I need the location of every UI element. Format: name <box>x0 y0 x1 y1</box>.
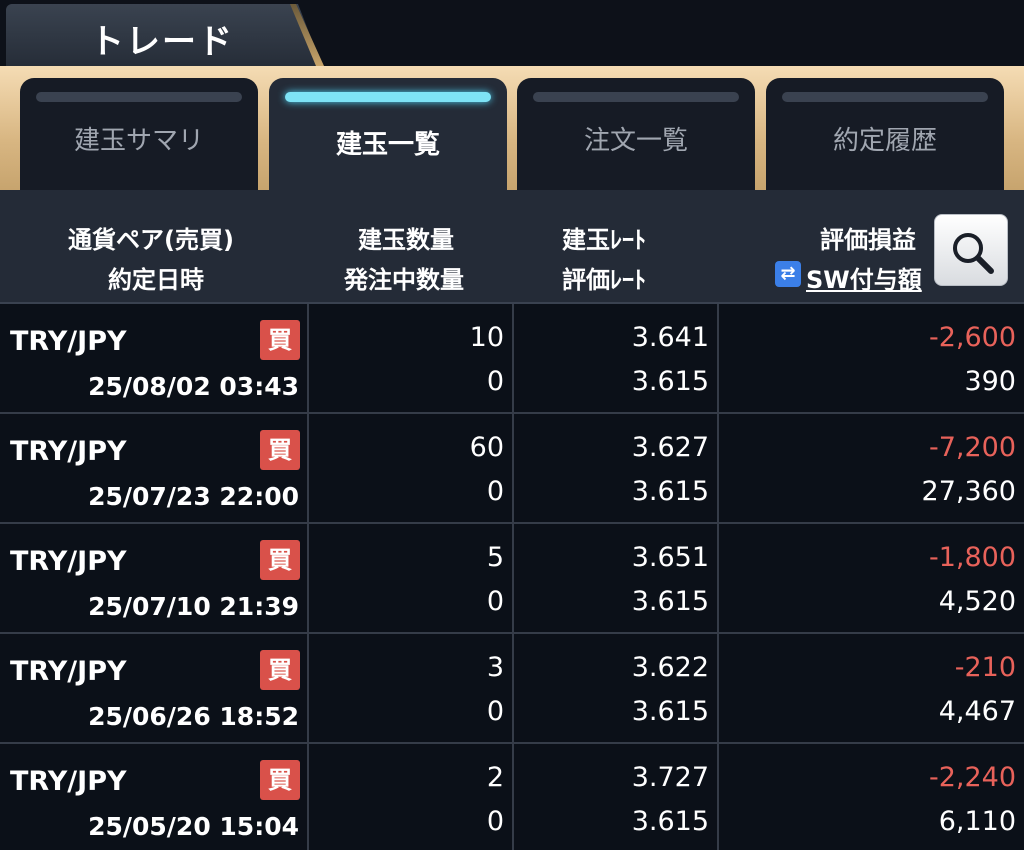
swap-amount: 4,520 <box>938 586 1016 617</box>
buy-badge: 買 <box>260 320 300 360</box>
top-bar: トレード <box>0 0 1024 70</box>
table-row[interactable]: TRY/JPY 買 25/06/26 18:52 3 0 3.622 3.615… <box>0 634 1024 744</box>
currency-pair: TRY/JPY <box>10 546 127 577</box>
eval-rate: 3.615 <box>631 806 709 837</box>
pending-qty: 0 <box>486 476 504 507</box>
exec-datetime: 25/07/23 22:00 <box>88 482 299 511</box>
eval-pl: -210 <box>954 652 1016 683</box>
open-rate: 3.651 <box>631 542 709 573</box>
header-position-qty: 建玉数量 <box>358 226 454 254</box>
position-qty: 60 <box>469 432 504 463</box>
buy-badge: 買 <box>260 430 300 470</box>
column-divider <box>717 744 719 850</box>
header-pair-side: 通貨ペア(売買) <box>68 226 234 254</box>
tab-label: 約定履歴 <box>832 126 937 156</box>
open-rate: 3.727 <box>631 762 709 793</box>
eval-rate: 3.615 <box>631 476 709 507</box>
column-divider <box>717 414 719 524</box>
tab-label: 建玉サマリ <box>73 126 204 156</box>
open-rate: 3.641 <box>631 322 709 353</box>
column-divider <box>512 744 514 850</box>
buy-badge: 買 <box>260 760 300 800</box>
pending-qty: 0 <box>486 366 504 397</box>
tab-bar: 建玉サマリ 建玉一覧 注文一覧 約定履歴 <box>0 66 1024 190</box>
column-divider <box>512 414 514 524</box>
position-list: TRY/JPY 買 25/08/02 03:43 10 0 3.641 3.61… <box>0 304 1024 850</box>
tab-indicator <box>285 92 491 102</box>
column-divider <box>717 304 719 414</box>
column-divider <box>307 744 309 850</box>
tab-position-list[interactable]: 建玉一覧 <box>269 78 507 190</box>
eval-pl: -7,200 <box>928 432 1016 463</box>
column-divider <box>307 414 309 524</box>
exec-datetime: 25/06/26 18:52 <box>88 702 299 731</box>
tab-order-list[interactable]: 注文一覧 <box>517 78 755 190</box>
tab-position-summary[interactable]: 建玉サマリ <box>20 78 258 190</box>
exec-datetime: 25/05/20 15:04 <box>88 812 299 841</box>
eval-rate: 3.615 <box>631 696 709 727</box>
swap-icon: ⇄ <box>775 261 801 287</box>
open-rate: 3.622 <box>631 652 709 683</box>
eval-rate: 3.615 <box>631 586 709 617</box>
header-exec-datetime: 約定日時 <box>108 266 204 294</box>
tab-indicator <box>782 92 988 102</box>
swap-amount: 390 <box>964 366 1016 397</box>
header-eval-rate: 評価ﾚｰﾄ <box>562 266 646 294</box>
pending-qty: 0 <box>486 586 504 617</box>
column-divider <box>307 304 309 414</box>
swap-amount: 4,467 <box>938 696 1016 727</box>
table-row[interactable]: TRY/JPY 買 25/08/02 03:43 10 0 3.641 3.61… <box>0 304 1024 414</box>
header-pending-qty: 発注中数量 <box>344 266 464 294</box>
position-qty: 2 <box>486 762 504 793</box>
column-divider <box>512 524 514 634</box>
tab-indicator <box>36 92 242 102</box>
eval-pl: -2,240 <box>928 762 1016 793</box>
column-divider <box>307 524 309 634</box>
exec-datetime: 25/07/10 21:39 <box>88 592 299 621</box>
position-qty: 10 <box>469 322 504 353</box>
currency-pair: TRY/JPY <box>10 766 127 797</box>
currency-pair: TRY/JPY <box>10 436 127 467</box>
currency-pair: TRY/JPY <box>10 326 127 357</box>
column-header: 通貨ペア(売買) 約定日時 建玉数量 発注中数量 建玉ﾚｰﾄ 評価ﾚｰﾄ 評価損… <box>0 190 1024 304</box>
eval-pl: -2,600 <box>928 322 1016 353</box>
position-qty: 5 <box>486 542 504 573</box>
buy-badge: 買 <box>260 650 300 690</box>
buy-badge: 買 <box>260 540 300 580</box>
search-button[interactable] <box>934 214 1008 286</box>
tab-execution-history[interactable]: 約定履歴 <box>766 78 1004 190</box>
sw-amount-link[interactable]: SW付与額 <box>806 260 922 295</box>
tab-label: 建玉一覧 <box>335 130 440 160</box>
swap-amount: 27,360 <box>921 476 1016 507</box>
search-icon <box>953 233 994 274</box>
eval-rate: 3.615 <box>631 366 709 397</box>
position-qty: 3 <box>486 652 504 683</box>
header-open-rate: 建玉ﾚｰﾄ <box>562 226 646 254</box>
open-rate: 3.627 <box>631 432 709 463</box>
column-divider <box>717 634 719 744</box>
tab-label: 注文一覧 <box>583 126 688 156</box>
table-row[interactable]: TRY/JPY 買 25/07/23 22:00 60 0 3.627 3.61… <box>0 414 1024 524</box>
header-eval-pl: 評価損益 <box>820 226 916 254</box>
pending-qty: 0 <box>486 696 504 727</box>
table-row[interactable]: TRY/JPY 買 25/05/20 15:04 2 0 3.727 3.615… <box>0 744 1024 850</box>
table-row[interactable]: TRY/JPY 買 25/07/10 21:39 5 0 3.651 3.615… <box>0 524 1024 634</box>
swap-amount: 6,110 <box>938 806 1016 837</box>
pending-qty: 0 <box>486 806 504 837</box>
column-divider <box>307 634 309 744</box>
exec-datetime: 25/08/02 03:43 <box>88 372 299 401</box>
page-title: トレード <box>90 22 234 62</box>
column-divider <box>512 634 514 744</box>
column-divider <box>717 524 719 634</box>
column-divider <box>512 304 514 414</box>
currency-pair: TRY/JPY <box>10 656 127 687</box>
tab-indicator <box>533 92 739 102</box>
eval-pl: -1,800 <box>928 542 1016 573</box>
